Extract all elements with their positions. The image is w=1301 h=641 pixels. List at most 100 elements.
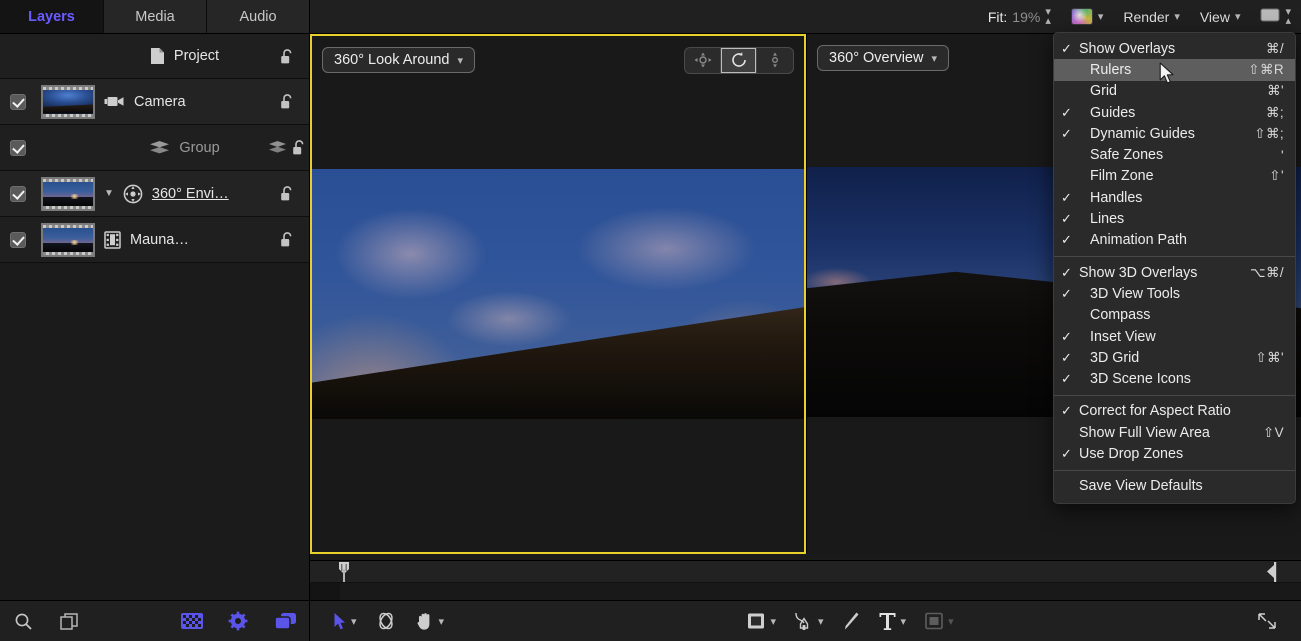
display-stepper-icon[interactable]: ▾▴ [1285,8,1291,26]
pan-tool[interactable]: ▾ [406,601,454,641]
menu-item-compass[interactable]: Compass [1054,305,1295,326]
layer-row[interactable]: ▼360° Envi… [0,171,309,217]
tab-audio[interactable]: Audio [207,0,309,33]
menu-item-label: Compass [1079,307,1284,323]
layer-lock-cell[interactable] [265,48,309,65]
pan-3d-tool[interactable] [685,48,721,73]
layer-name-cell[interactable]: Group [100,140,265,156]
layer-row[interactable]: Group [0,125,309,171]
layer-name-cell[interactable]: Project [100,47,265,65]
chevron-down-icon[interactable]: ▾ [901,615,907,628]
menu-item-inset-view[interactable]: ✓Inset View [1054,326,1295,347]
layer-name-cell[interactable]: ▼360° Envi… [100,184,265,204]
tab-media[interactable]: Media [104,0,207,33]
layer-lock-cell[interactable] [265,139,309,156]
view-dropdown-menu[interactable]: ✓Show Overlays⌘/Rulers⇧⌘RGrid⌘'✓Guides⌘;… [1053,32,1296,504]
layer-row[interactable]: Project [0,34,309,79]
resize-grip-icon[interactable] [1247,601,1287,641]
menu-item-lines[interactable]: ✓Lines [1054,208,1295,229]
menu-item-rulers[interactable]: Rulers⇧⌘R [1054,59,1295,80]
3d-view-tools-group[interactable] [684,47,794,74]
disclosure-triangle-icon[interactable]: ▼ [104,189,114,199]
layer-visibility-checkbox[interactable] [10,94,26,110]
menu-item-3d-grid[interactable]: ✓3D Grid⇧⌘' [1054,347,1295,368]
layer-name-cell[interactable]: Camera [100,94,265,110]
checkmark-icon: ✓ [1054,350,1079,366]
menu-item-grid[interactable]: Grid⌘' [1054,81,1295,102]
layer-row[interactable]: Camera [0,79,309,125]
layer-name: Project [174,48,219,64]
menu-item-show-full-view-area[interactable]: Show Full View Area⇧V [1054,422,1295,443]
checkmark-icon: ✓ [1054,41,1079,57]
paint-stroke-tool[interactable] [833,601,869,641]
unlocked-icon[interactable] [280,185,295,202]
tab-layers[interactable]: Layers [0,0,104,33]
layer-visibility-cell[interactable] [0,232,36,248]
chevron-down-icon[interactable]: ▾ [439,615,445,628]
unlocked-icon[interactable] [280,231,295,248]
menu-item-handles[interactable]: ✓Handles [1054,187,1295,208]
checkmark-icon: ✓ [1054,105,1079,121]
bezier-pen-tool[interactable]: ▾ [785,601,833,641]
menu-item-3d-view-tools[interactable]: ✓3D View Tools [1054,283,1295,304]
layer-visibility-cell[interactable] [0,140,36,156]
chevron-down-icon[interactable]: ▾ [770,615,776,628]
menu-item-save-view-defaults[interactable]: Save View Defaults [1054,476,1295,497]
layer-lock-cell[interactable] [265,93,309,110]
display-layout-menu[interactable]: ▾▴ [1250,8,1301,26]
menu-item-guides[interactable]: ✓Guides⌘; [1054,102,1295,123]
layer-visibility-checkbox[interactable] [10,186,26,202]
layer-lock-cell[interactable] [265,185,309,202]
view-menu-button[interactable]: View ▾ [1190,9,1251,25]
unlocked-icon[interactable] [292,139,307,156]
playhead-icon[interactable] [338,562,350,582]
text-tool[interactable]: ▾ [869,601,916,641]
unlocked-icon[interactable] [280,48,295,65]
menu-item-use-drop-zones[interactable]: ✓Use Drop Zones [1054,443,1295,464]
unlocked-icon[interactable] [280,93,295,110]
timeline-track[interactable] [310,583,1301,600]
layer-name-cell[interactable]: Mauna… [100,231,265,249]
menu-item-film-zone[interactable]: Film Zone⇧' [1054,166,1295,187]
new-group-icon[interactable] [46,612,92,631]
menu-item-dynamic-guides[interactable]: ✓Dynamic Guides⇧⌘; [1054,123,1295,144]
menu-item-show-3d-overlays[interactable]: ✓Show 3D Overlays⌥⌘/ [1054,262,1295,283]
menu-item-animation-path[interactable]: ✓Animation Path [1054,230,1295,251]
3d-transform-tool[interactable] [366,601,406,641]
chevron-down-icon[interactable]: ▾ [351,615,357,628]
chevron-down-icon[interactable]: ▾ [948,615,954,628]
timeline-ruler[interactable] [310,561,1301,583]
menu-item-shortcut: ⌘' [1267,83,1284,99]
play-range-end-icon[interactable] [1265,562,1277,582]
color-swatch-menu[interactable]: ▾ [1061,8,1114,25]
menu-item-show-overlays[interactable]: ✓Show Overlays⌘/ [1054,38,1295,59]
layer-list[interactable]: Project Camera Group ▼360° Envi… Mauna… [0,34,309,600]
dolly-3d-tool[interactable] [757,48,793,73]
layer-visibility-cell[interactable] [0,186,36,202]
orbit-3d-tool[interactable] [721,48,757,73]
shape-tool[interactable]: ▾ [737,601,785,641]
mini-timeline[interactable] [310,560,1301,600]
fit-zoom-control[interactable]: Fit: 19% ▾▴ [978,8,1061,26]
gear-icon[interactable] [215,611,261,631]
chevron-down-icon[interactable]: ▾ [818,615,824,628]
layer-lock-cell[interactable] [265,231,309,248]
fit-stepper-icon[interactable]: ▾▴ [1045,8,1051,26]
layer-visibility-checkbox[interactable] [10,232,26,248]
checkerboard-icon[interactable] [169,613,215,629]
search-icon[interactable] [0,612,46,631]
layer-row[interactable]: Mauna… [0,217,309,263]
layer-visibility-cell[interactable] [0,94,36,110]
menu-item-correct-for-aspect-ratio[interactable]: ✓Correct for Aspect Ratio [1054,401,1295,422]
viewer-left-view-menu[interactable]: 360° Look Around ▾ [322,47,475,73]
viewer-look-around[interactable]: 360° Look Around ▾ [310,34,806,554]
mask-tool[interactable]: ▾ [915,601,963,641]
bottom-toolbar: ▾ ▾ ▾ ▾ [0,600,1301,641]
menu-item-3d-scene-icons[interactable]: ✓3D Scene Icons [1054,368,1295,389]
viewer-right-view-menu[interactable]: 360° Overview ▾ [817,45,949,71]
duplicate-icon[interactable] [261,612,309,630]
menu-item-safe-zones[interactable]: Safe Zones' [1054,144,1295,165]
render-menu[interactable]: Render ▾ [1113,9,1189,25]
select-tool[interactable]: ▾ [324,601,366,641]
layer-visibility-checkbox[interactable] [10,140,26,156]
